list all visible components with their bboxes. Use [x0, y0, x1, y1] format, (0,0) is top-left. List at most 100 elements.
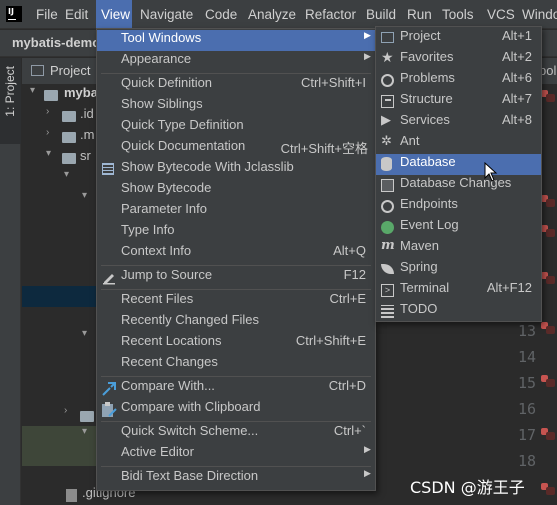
mybatis-gutter-icon[interactable]	[541, 195, 555, 207]
tool-window-services[interactable]: ▶ Services Alt+8	[376, 112, 541, 133]
tool-window-project[interactable]: Project Alt+1	[376, 28, 541, 49]
tool-windows-submenu: Project Alt+1 ★ Favorites Alt+2 Problems…	[375, 26, 542, 322]
project-tool-tab[interactable]: 1: Project	[0, 58, 21, 144]
pencil-icon	[102, 271, 116, 285]
menu-item-recent-files[interactable]: Recent Files Ctrl+E	[97, 291, 375, 312]
line-number: 17	[517, 426, 536, 444]
menu-item-compare-with[interactable]: Compare With... Ctrl+D	[97, 378, 375, 399]
project-icon	[381, 32, 394, 43]
mybatis-gutter-icon[interactable]	[541, 90, 555, 102]
project-tool-tab-label: 1: Project	[3, 66, 17, 117]
mybatis-gutter-icon[interactable]	[541, 225, 555, 237]
tree-item-label: .m	[80, 127, 95, 142]
submenu-arrow-icon: ▶	[364, 468, 371, 478]
tool-window-spring[interactable]: Spring	[376, 259, 541, 280]
menu-item-type-info[interactable]: Type Info	[97, 222, 375, 243]
menu-vcs[interactable]: VCS	[487, 0, 515, 29]
menu-separator	[101, 73, 371, 74]
mybatis-gutter-icon[interactable]	[541, 428, 555, 440]
menu-separator	[101, 466, 371, 467]
database-changes-icon	[381, 179, 394, 192]
tool-window-database-changes[interactable]: Database Changes	[376, 175, 541, 196]
breadcrumb-project[interactable]: mybatis-demo	[12, 35, 100, 50]
tool-window-structure[interactable]: Structure Alt+7	[376, 91, 541, 112]
menu-item-quick-definition[interactable]: Quick Definition Ctrl+Shift+I	[97, 75, 375, 96]
menu-item-show-bytecode-jclasslib[interactable]: Show Bytecode With Jclasslib	[97, 159, 375, 180]
menu-item-active-editor[interactable]: Active Editor ▶	[97, 444, 375, 465]
menu-item-context-info[interactable]: Context Info Alt+Q	[97, 243, 375, 264]
menu-window[interactable]: Windo	[522, 0, 557, 29]
menu-navigate[interactable]: Navigate	[140, 0, 193, 29]
menu-separator	[101, 376, 371, 377]
menu-file[interactable]: File	[36, 0, 58, 29]
chevron-down-icon[interactable]: ▾	[82, 426, 87, 447]
menu-code[interactable]: Code	[205, 0, 237, 29]
chevron-right-icon[interactable]: ›	[64, 405, 67, 426]
menu-tools[interactable]: Tools	[442, 0, 474, 29]
chevron-down-icon[interactable]: ▾	[82, 190, 87, 211]
mybatis-gutter-icon[interactable]	[541, 322, 555, 334]
menu-analyze[interactable]: Analyze	[248, 0, 296, 29]
folder-icon	[62, 153, 76, 164]
menu-item-quick-type-definition[interactable]: Quick Type Definition	[97, 117, 375, 138]
mouse-cursor-icon	[484, 161, 498, 182]
menu-bar: IJ File Edit View Navigate Code Analyze …	[0, 0, 557, 29]
menu-item-parameter-info[interactable]: Parameter Info	[97, 201, 375, 222]
tool-window-maven[interactable]: m Maven	[376, 238, 541, 259]
menu-item-show-siblings[interactable]: Show Siblings	[97, 96, 375, 117]
chevron-right-icon: ›	[46, 106, 50, 117]
menu-item-recent-locations[interactable]: Recent Locations Ctrl+Shift+E	[97, 333, 375, 354]
mybatis-gutter-icon[interactable]	[541, 483, 555, 495]
tool-window-database[interactable]: Database	[376, 154, 541, 175]
tool-window-endpoints[interactable]: Endpoints	[376, 196, 541, 217]
tool-window-favorites[interactable]: ★ Favorites Alt+2	[376, 49, 541, 70]
chevron-down-icon[interactable]: ▾	[82, 328, 87, 349]
tree-selected-row[interactable]	[22, 286, 96, 307]
submenu-arrow-icon: ▶	[364, 51, 371, 61]
database-icon	[381, 157, 392, 171]
tool-window-terminal[interactable]: > Terminal Alt+F12	[376, 280, 541, 301]
services-icon: ▶	[381, 112, 391, 127]
star-icon: ★	[381, 49, 394, 65]
menu-refactor[interactable]: Refactor	[305, 0, 356, 29]
tool-window-todo[interactable]: TODO	[376, 301, 541, 322]
menu-view[interactable]: View	[96, 0, 132, 29]
tool-window-event-log[interactable]: Event Log	[376, 217, 541, 238]
structure-icon	[381, 95, 394, 108]
menu-edit[interactable]: Edit	[65, 0, 88, 29]
menu-item-appearance[interactable]: Appearance ▶	[97, 51, 375, 72]
menu-item-quick-switch-scheme[interactable]: Quick Switch Scheme... Ctrl+`	[97, 423, 375, 444]
menu-item-recently-changed-files[interactable]: Recently Changed Files	[97, 312, 375, 333]
folder-icon	[80, 411, 94, 422]
menu-item-show-bytecode[interactable]: Show Bytecode	[97, 180, 375, 201]
menu-item-tool-windows[interactable]: Tool Windows ▶	[97, 30, 375, 51]
mybatis-gutter-icon[interactable]	[541, 375, 555, 387]
line-number: 13	[517, 322, 536, 340]
menu-item-compare-with-clipboard[interactable]: Compare with Clipboard	[97, 399, 375, 420]
menu-item-quick-documentation[interactable]: Quick Documentation Ctrl+Shift+空格	[97, 138, 375, 159]
mybatis-gutter-icon[interactable]	[541, 272, 555, 284]
menu-item-bidi-text-direction[interactable]: Bidi Text Base Direction ▶	[97, 468, 375, 489]
menu-separator	[101, 265, 371, 266]
intellij-logo-icon: IJ	[6, 6, 22, 22]
chevron-down-icon[interactable]: ▾	[64, 169, 69, 190]
submenu-arrow-icon: ▶	[364, 30, 371, 40]
tool-window-ant[interactable]: ✲ Ant	[376, 133, 541, 154]
menu-separator	[101, 421, 371, 422]
terminal-icon: >	[381, 284, 394, 297]
menu-item-jump-to-source[interactable]: Jump to Source F12	[97, 267, 375, 288]
chevron-right-icon: ›	[46, 127, 50, 138]
project-panel-title[interactable]: Project	[50, 63, 90, 78]
menu-build[interactable]: Build	[366, 0, 396, 29]
event-log-icon	[381, 221, 394, 234]
compare-arrows-icon	[102, 382, 116, 396]
menu-run[interactable]: Run	[407, 0, 432, 29]
todo-icon	[381, 305, 394, 318]
menu-item-recent-changes[interactable]: Recent Changes	[97, 354, 375, 375]
tool-window-problems[interactable]: Problems Alt+6	[376, 70, 541, 91]
maven-icon: m	[381, 238, 395, 253]
left-tool-stripe: 1: Project	[0, 58, 21, 505]
chevron-down-icon: ▾	[30, 85, 36, 96]
endpoints-icon	[381, 200, 394, 213]
clipboard-compare-icon	[101, 402, 117, 417]
